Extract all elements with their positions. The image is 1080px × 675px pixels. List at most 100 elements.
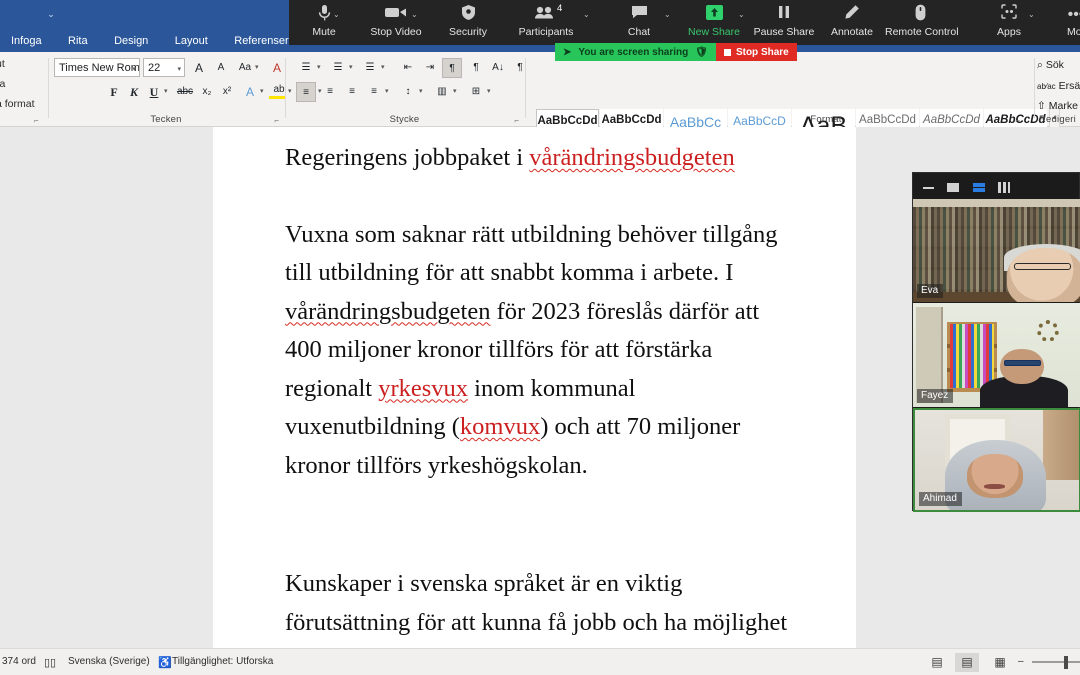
print-layout-view-button[interactable]: ▤	[955, 653, 979, 672]
italic-button[interactable]: K	[124, 82, 144, 102]
chevron-down-icon[interactable]: ▾	[260, 87, 264, 95]
shrink-font-icon[interactable]: A	[211, 58, 231, 78]
speaker-view-icon[interactable]	[972, 183, 985, 193]
language-label[interactable]: Svenska (Sverige)	[68, 656, 150, 667]
align-left-icon[interactable]: ≡	[296, 82, 316, 102]
replace-button[interactable]: ab⁄ac Ersätt	[1037, 80, 1080, 92]
minimize-icon[interactable]	[923, 186, 934, 189]
apps-chevron-down-icon[interactable]: ⌄	[1028, 10, 1035, 19]
accessibility-icon: ♿	[158, 657, 172, 669]
stop-share-button[interactable]: Stop Share	[715, 43, 797, 61]
sort-icon[interactable]: A↓	[488, 58, 508, 78]
video-tile-eva[interactable]: Eva	[913, 199, 1080, 302]
grow-font-icon[interactable]: A	[189, 58, 209, 78]
editing-group-label: Redigeri	[1039, 114, 1076, 125]
security-button[interactable]: Security	[433, 4, 503, 38]
chevron-down-icon[interactable]: ▾	[317, 63, 321, 71]
text-effects-icon[interactable]: A	[240, 82, 260, 102]
copy-label[interactable]: ra	[0, 78, 5, 90]
decrease-indent-icon[interactable]: ⇤	[398, 58, 418, 78]
mute-button[interactable]: Mute	[289, 4, 359, 38]
zoom-meeting-toolbar: Mute ⌄ Stop Video ⌄ Security Participant…	[289, 0, 1080, 45]
annotate-button[interactable]: Annotate	[817, 4, 887, 38]
chevron-down-icon[interactable]: ▾	[255, 63, 259, 71]
align-right-icon[interactable]: ≡	[342, 82, 362, 102]
chevron-down-icon[interactable]: ▾	[164, 87, 168, 95]
numbering-icon[interactable]: ☰	[328, 58, 348, 78]
justify-icon[interactable]: ≡	[364, 82, 384, 102]
p1-seg1: Vuxna som saknar rätt utbildning behöver…	[285, 220, 778, 287]
chevron-down-icon[interactable]: ▾	[453, 87, 457, 95]
mute-chevron-down-icon[interactable]: ⌄	[333, 10, 340, 19]
increase-indent-icon[interactable]: ⇥	[420, 58, 440, 78]
participants-chevron-down-icon[interactable]: ⌄	[583, 10, 590, 19]
share-chevron-down-icon[interactable]: ⌄	[738, 10, 745, 19]
chevron-down-icon[interactable]: ▾	[487, 87, 491, 95]
more-dots-icon: •••	[1067, 6, 1080, 23]
video-tile-ahimad[interactable]: Ahimad	[913, 408, 1080, 512]
document-text[interactable]: Regeringens jobbpaket i vårändringsbudge…	[285, 139, 794, 675]
superscript-button[interactable]: x²	[217, 82, 237, 102]
web-layout-view-button[interactable]: ▦	[988, 653, 1012, 672]
remote-control-button[interactable]: Remote Control	[885, 4, 959, 38]
chevron-down-icon[interactable]: ▾	[349, 63, 353, 71]
tab-infoga[interactable]: Infoga	[0, 30, 53, 48]
pause-share-button[interactable]: Pause Share	[749, 4, 819, 38]
chevron-down-icon[interactable]: ▾	[385, 87, 389, 95]
format-painter-label[interactable]: a format	[0, 98, 35, 110]
accessibility-label[interactable]: Tillgänglighet: Utforska	[172, 656, 273, 667]
multilevel-list-icon[interactable]: ☰	[360, 58, 380, 78]
quick-access-toolbar-icon[interactable]: ⌄	[44, 8, 58, 20]
underline-button[interactable]: U	[144, 82, 164, 102]
align-center-icon[interactable]: ≡	[320, 82, 340, 102]
strikethrough-button[interactable]: abc	[175, 82, 195, 102]
participants-label: Participants	[518, 26, 574, 38]
tab-rita[interactable]: Rita	[57, 30, 99, 48]
proofing-status-icon[interactable]: ▯▯	[44, 656, 56, 669]
pause-icon	[749, 4, 819, 26]
select-button[interactable]: ⇧ Marke	[1037, 100, 1078, 112]
participants-button[interactable]: Participants	[511, 4, 581, 38]
zoom-slider[interactable]	[1032, 661, 1080, 663]
paste-label[interactable]: ut	[0, 58, 5, 70]
sharing-status[interactable]: ➤ You are screen sharing 🛡	[555, 43, 716, 61]
clear-formatting-icon[interactable]: A	[267, 58, 287, 78]
zoom-video-panel[interactable]: Eva Fayez Ahimad	[912, 172, 1080, 512]
gallery-view-icon[interactable]	[998, 182, 1011, 194]
chevron-down-icon[interactable]: ▾	[381, 63, 385, 71]
paragraph-dialog-launcher[interactable]: ⌐	[514, 116, 519, 125]
stop-video-button[interactable]: Stop Video	[361, 4, 431, 38]
participant-name-label: Eva	[917, 284, 944, 298]
bullets-icon[interactable]: ☰	[296, 58, 316, 78]
font-dialog-launcher[interactable]: ⌐	[274, 116, 279, 125]
eyeglasses	[1003, 360, 1041, 367]
clipboard-dialog-launcher[interactable]: ⌐	[34, 116, 39, 125]
participant-face	[1007, 248, 1080, 302]
line-spacing-icon[interactable]: ↕	[398, 82, 418, 102]
more-button[interactable]: ••• Mor	[1041, 4, 1080, 38]
rtl-text-direction-icon[interactable]: ¶	[466, 58, 486, 78]
font-name-combobox[interactable]: Times New Romar ▾	[54, 58, 140, 77]
word-count-label[interactable]: 374 ord	[2, 656, 36, 667]
zoom-slider-handle[interactable]	[1064, 656, 1068, 669]
tab-design[interactable]: Design	[103, 30, 159, 48]
bold-button[interactable]: F	[104, 82, 124, 102]
change-case-icon[interactable]: Aa	[235, 58, 255, 78]
video-chevron-down-icon[interactable]: ⌄	[411, 10, 418, 19]
tab-layout[interactable]: Layout	[164, 30, 219, 48]
find-button[interactable]: ⌕ Sök	[1037, 59, 1064, 72]
video-tile-fayez[interactable]: Fayez	[913, 303, 1080, 407]
chat-chevron-down-icon[interactable]: ⌄	[664, 10, 671, 19]
subscript-button[interactable]: x₂	[197, 82, 217, 102]
borders-icon[interactable]: ⊞	[466, 82, 486, 102]
ltr-text-direction-icon[interactable]: ¶	[442, 58, 462, 78]
zoom-out-button[interactable]: –	[1018, 656, 1024, 667]
chevron-down-icon[interactable]: ▾	[419, 87, 423, 95]
styles-dialog-launcher[interactable]: ⌐	[1015, 116, 1020, 125]
paragraph-group-label: Stycke	[389, 114, 420, 125]
shading-icon[interactable]: ▥	[432, 82, 452, 102]
font-size-combobox[interactable]: 22 ▾	[143, 58, 185, 77]
read-mode-view-button[interactable]: ▤	[925, 653, 949, 672]
small-view-icon[interactable]	[947, 183, 960, 193]
document-page[interactable]: Regeringens jobbpaket i vårändringsbudge…	[213, 127, 856, 674]
